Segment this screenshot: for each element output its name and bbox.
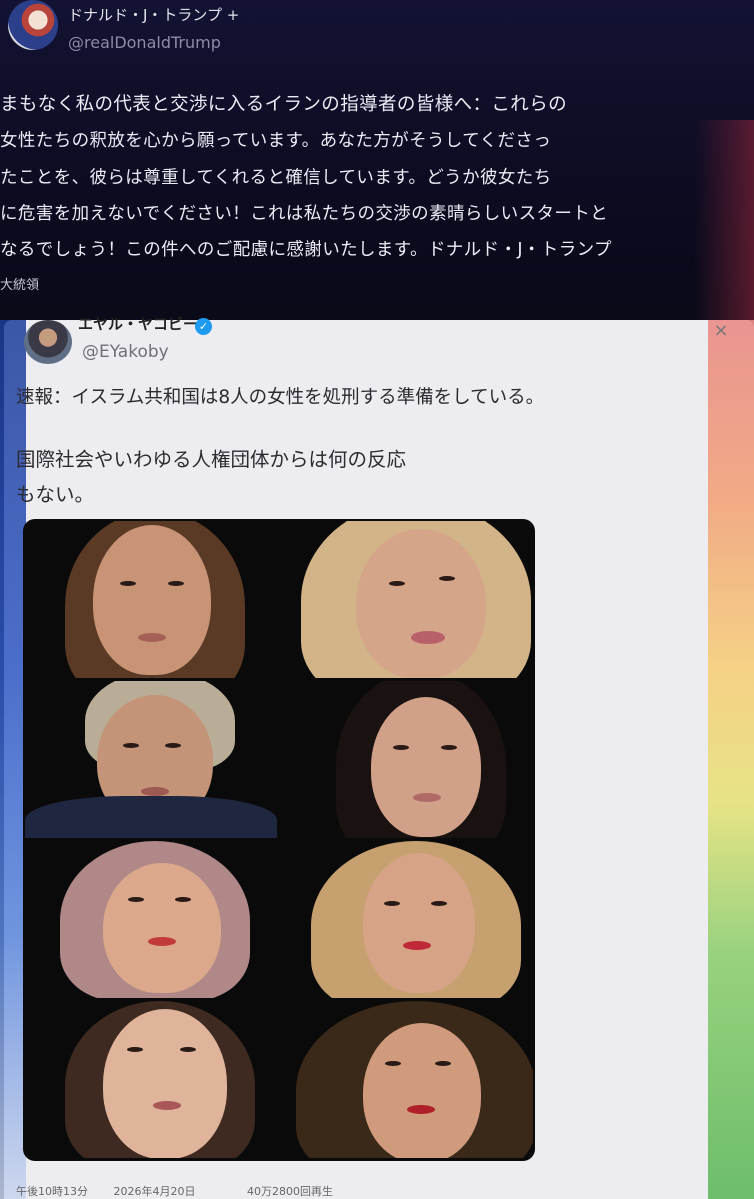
quoted-author-name[interactable]: エヤル・ヤコビー bbox=[78, 313, 198, 334]
close-icon[interactable]: × bbox=[709, 319, 733, 343]
author-name-suffix: + bbox=[226, 6, 240, 24]
photo-6[interactable] bbox=[281, 841, 533, 998]
author-display-name: ドナルド・J・トランプ bbox=[68, 6, 222, 24]
post-text-line: たことを、彼らは尊重してくれると確信しています。どうか彼女たち bbox=[0, 168, 552, 188]
post-text-line: 女性たちの釈放を心から願っています。あなた方がそうしてくださっ bbox=[0, 131, 552, 151]
photo-1[interactable] bbox=[25, 521, 277, 678]
quoted-text-line: 速報：イスラム共和国は8人の女性を処刑する準備をしている。 bbox=[16, 387, 545, 408]
photo-8[interactable] bbox=[281, 1001, 533, 1158]
post-signature: 大統領 bbox=[0, 278, 40, 293]
photo-grid[interactable] bbox=[23, 519, 535, 1161]
post-text-line: に危害を加えないでください！これは私たちの交渉の素晴らしいスタートと bbox=[0, 204, 609, 224]
verified-badge-icon: ✓ bbox=[195, 318, 212, 335]
quoted-text-line: 国際社会やいわゆる人権団体からは何の反応 bbox=[16, 448, 407, 471]
avatar[interactable] bbox=[8, 0, 58, 50]
quoted-author-handle[interactable]: @EYakoby bbox=[82, 342, 169, 362]
edge-glow bbox=[694, 120, 754, 340]
post-text-line: なるでしょう！この件へのご配慮に感謝いたします。ドナルド・J・トランプ bbox=[0, 240, 612, 260]
edge-glow-right bbox=[708, 320, 754, 1199]
author-handle[interactable]: @realDonaldTrump bbox=[68, 33, 221, 52]
post-text-line: まもなく私の代表と交渉に入るイランの指導者の皆様へ：これらの bbox=[0, 94, 568, 115]
post-meta: 午後10時13分 2026年4月20日 40万2800回再生 bbox=[0, 1183, 333, 1199]
post-date: 2026年4月20日 bbox=[113, 1185, 196, 1198]
photo-5[interactable] bbox=[25, 841, 277, 998]
quoted-text-line: もない。 bbox=[16, 483, 95, 506]
post-time: 午後10時13分 bbox=[16, 1185, 88, 1198]
author-name[interactable]: ドナルド・J・トランプ + bbox=[68, 4, 239, 25]
photo-2[interactable] bbox=[281, 521, 533, 678]
quoted-avatar[interactable] bbox=[24, 320, 72, 364]
photo-7[interactable] bbox=[25, 1001, 277, 1158]
post-views: 40万2800回再生 bbox=[247, 1185, 333, 1198]
photo-3[interactable] bbox=[25, 681, 277, 838]
photo-4[interactable] bbox=[281, 681, 533, 838]
